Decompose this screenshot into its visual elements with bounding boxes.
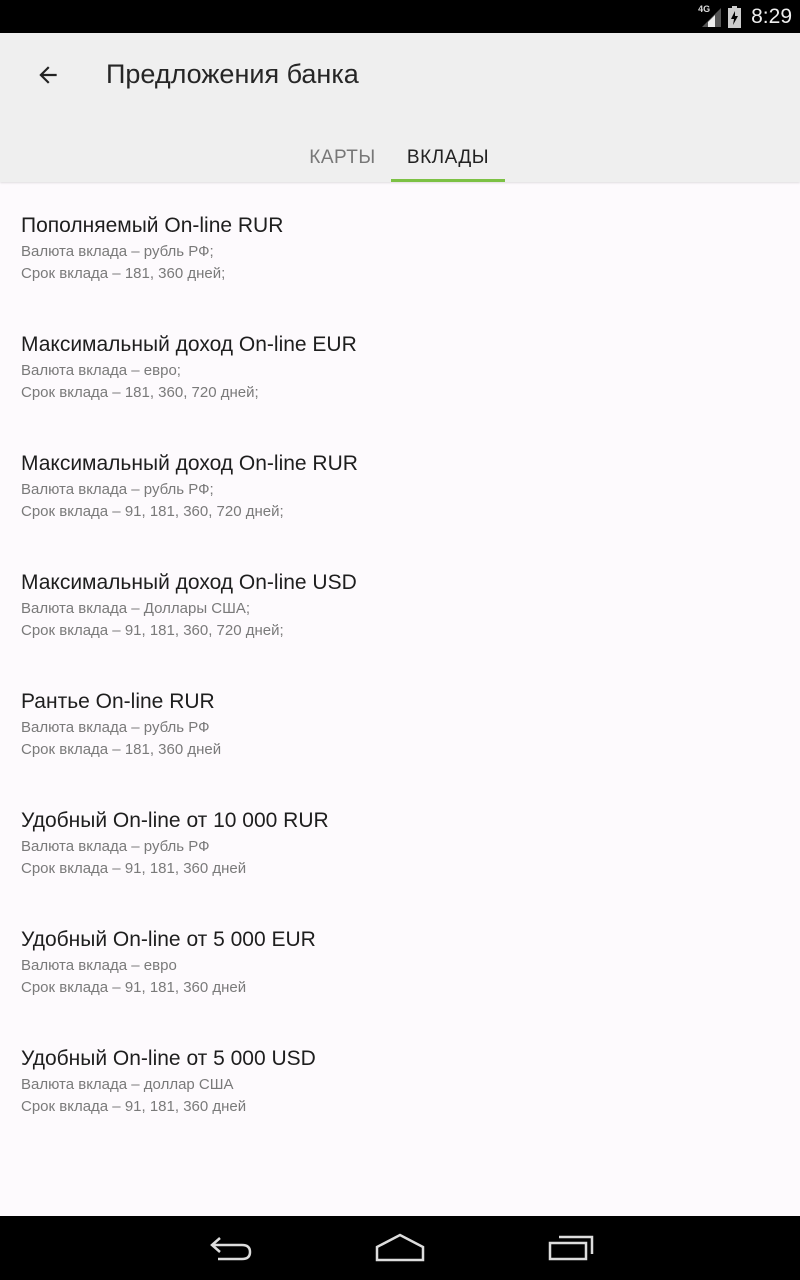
app-bar: Предложения банка КАРТЫ ВКЛАДЫ bbox=[0, 33, 800, 182]
deposit-title: Максимальный доход On-line EUR bbox=[21, 333, 357, 356]
deposit-term: Срок вклада – 181, 360 дней; bbox=[21, 265, 226, 282]
list-item[interactable]: Удобный On-line от 5 000 EUR Валюта вкла… bbox=[0, 896, 800, 1015]
list-item[interactable]: Максимальный доход On-line RUR Валюта вк… bbox=[0, 420, 800, 539]
deposit-title: Удобный On-line от 5 000 EUR bbox=[21, 928, 316, 951]
list-item[interactable]: Рантье On-line RUR Валюта вклада – рубль… bbox=[0, 658, 800, 777]
signal-icon: 4G bbox=[698, 3, 722, 28]
navigation-bar bbox=[0, 1216, 800, 1280]
deposit-title: Максимальный доход On-line RUR bbox=[21, 452, 358, 475]
list-item[interactable]: Максимальный доход On-line USD Валюта вк… bbox=[0, 539, 800, 658]
back-nav-icon bbox=[210, 1237, 252, 1261]
status-time: 8:29 bbox=[751, 4, 792, 28]
deposit-title: Удобный On-line от 5 000 USD bbox=[21, 1047, 316, 1070]
deposit-title: Удобный On-line от 10 000 RUR bbox=[21, 809, 329, 832]
status-bar: 4G 8:29 bbox=[0, 0, 800, 33]
tab-deposits-label: ВКЛАДЫ bbox=[406, 146, 490, 168]
deposit-term: Срок вклада – 91, 181, 360 дней bbox=[21, 1098, 247, 1115]
list-item[interactable]: Пополняемый On-line RUR Валюта вклада – … bbox=[0, 182, 800, 301]
deposit-currency: Валюта вклада – рубль РФ bbox=[21, 719, 210, 736]
deposit-currency: Валюта вклада – Доллары США; bbox=[21, 600, 251, 617]
list-item[interactable]: Максимальный доход On-line EUR Валюта вк… bbox=[0, 301, 800, 420]
deposit-currency: Валюта вклада – рубль РФ bbox=[21, 838, 210, 855]
deposit-title: Пополняемый On-line RUR bbox=[21, 214, 284, 237]
tab-deposits[interactable]: ВКЛАДЫ bbox=[391, 133, 505, 182]
nav-back-button[interactable] bbox=[198, 1228, 262, 1268]
network-type: 4G bbox=[698, 3, 711, 14]
recents-nav-icon bbox=[548, 1235, 594, 1261]
tab-cards-label: КАРТЫ bbox=[309, 146, 376, 168]
deposit-term: Срок вклада – 181, 360 дней bbox=[21, 741, 222, 758]
list-item[interactable]: Удобный On-line от 5 000 USD Валюта вкла… bbox=[0, 1015, 800, 1134]
page-title: Предложения банка bbox=[106, 59, 359, 89]
deposit-currency: Валюта вклада – доллар США bbox=[21, 1076, 234, 1093]
nav-home-button[interactable] bbox=[368, 1228, 432, 1268]
deposit-term: Срок вклада – 181, 360, 720 дней; bbox=[21, 384, 259, 401]
deposit-currency: Валюта вклада – рубль РФ; bbox=[21, 243, 214, 260]
tab-bar: КАРТЫ ВКЛАДЫ bbox=[0, 133, 800, 182]
deposit-term: Срок вклада – 91, 181, 360, 720 дней; bbox=[21, 503, 284, 520]
deposit-title: Рантье On-line RUR bbox=[21, 690, 215, 713]
tab-cards[interactable]: КАРТЫ bbox=[294, 133, 391, 182]
battery-icon bbox=[728, 5, 742, 28]
deposit-currency: Валюта вклада – рубль РФ; bbox=[21, 481, 214, 498]
deposits-list: Пополняемый On-line RUR Валюта вклада – … bbox=[0, 182, 800, 1134]
home-nav-icon bbox=[375, 1233, 425, 1262]
deposit-currency: Валюта вклада – евро bbox=[21, 957, 177, 974]
deposit-term: Срок вклада – 91, 181, 360 дней bbox=[21, 860, 247, 877]
deposit-currency: Валюта вклада – евро; bbox=[21, 362, 181, 379]
deposit-title: Максимальный доход On-line USD bbox=[21, 571, 357, 594]
nav-recents-button[interactable] bbox=[539, 1228, 603, 1268]
back-button[interactable] bbox=[24, 55, 72, 95]
list-item[interactable]: Удобный On-line от 10 000 RUR Валюта вкл… bbox=[0, 777, 800, 896]
deposit-term: Срок вклада – 91, 181, 360 дней bbox=[21, 979, 247, 996]
arrow-back-icon bbox=[39, 66, 57, 84]
deposit-term: Срок вклада – 91, 181, 360, 720 дней; bbox=[21, 622, 284, 639]
